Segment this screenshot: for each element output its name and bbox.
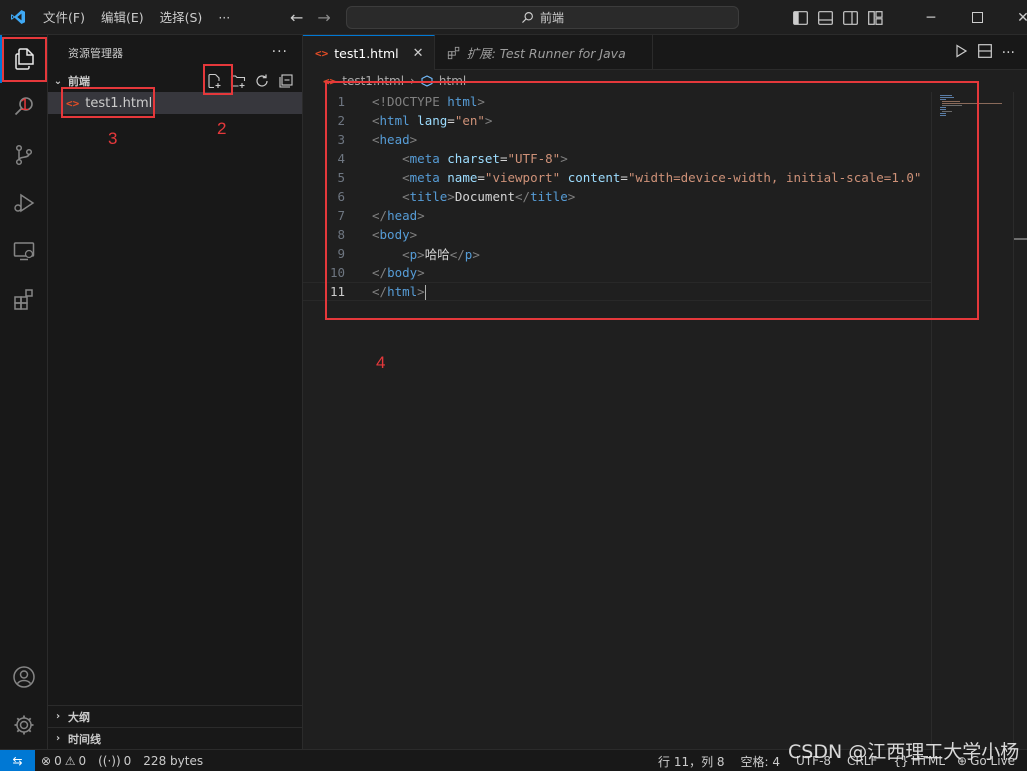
forward-arrow-icon[interactable]: → bbox=[317, 8, 330, 27]
editor-tabs: <> test1.html ✕ 扩展: Test Runner for Java… bbox=[303, 35, 1027, 70]
toggle-panel-icon[interactable] bbox=[813, 0, 838, 35]
chevron-right-icon: › bbox=[55, 711, 61, 722]
warning-count: 0 bbox=[78, 753, 87, 768]
nav-arrows: ← → bbox=[290, 0, 331, 35]
timeline-label: 时间线 bbox=[68, 732, 101, 746]
collapse-all-icon[interactable] bbox=[278, 73, 294, 89]
broadcast-icon: ((·)) bbox=[98, 753, 121, 768]
html-file-icon: <> bbox=[315, 46, 329, 60]
tab-label: test1.html bbox=[334, 45, 399, 61]
minimize-icon[interactable]: ─ bbox=[908, 0, 954, 35]
extension-tab-icon bbox=[447, 46, 459, 59]
tab-extension-test-runner[interactable]: 扩展: Test Runner for Java bbox=[435, 35, 653, 70]
cursor-position-status[interactable]: 行 11，列 8 bbox=[652, 753, 735, 770]
split-editor-icon[interactable] bbox=[977, 44, 992, 61]
manage-gear-icon[interactable] bbox=[0, 701, 48, 749]
activity-bar bbox=[0, 35, 48, 749]
timeline-section[interactable]: › 时间线 bbox=[48, 727, 303, 749]
vertical-scrollbar[interactable] bbox=[1013, 92, 1027, 749]
chevron-right-icon: › bbox=[55, 733, 61, 744]
ports-count: 0 bbox=[123, 753, 132, 768]
annotation-number-1: 1 bbox=[20, 95, 30, 114]
annotation-number-3: 3 bbox=[108, 129, 118, 148]
error-icon: ⊗ bbox=[41, 753, 52, 768]
explorer-header: 资源管理器 ··· bbox=[48, 35, 302, 70]
menu-more[interactable]: ··· bbox=[210, 0, 238, 35]
chevron-down-icon: ⌄ bbox=[53, 75, 63, 87]
annotation-box-4 bbox=[325, 81, 979, 320]
remote-explorer-icon[interactable] bbox=[0, 227, 48, 275]
warning-icon: ⚠ bbox=[64, 753, 76, 768]
outline-label: 大纲 bbox=[68, 710, 90, 724]
csdn-watermark: CSDN @江西理工大学小杨 bbox=[788, 741, 1020, 763]
ports-status[interactable]: ((·)) 0 bbox=[92, 754, 137, 768]
maximize-icon[interactable] bbox=[954, 0, 1000, 35]
notifications-bell-icon[interactable]: 🔔︎ bbox=[1021, 754, 1027, 768]
back-arrow-icon[interactable]: ← bbox=[290, 8, 303, 27]
run-icon[interactable] bbox=[954, 44, 968, 61]
refresh-icon[interactable] bbox=[254, 73, 270, 89]
run-debug-icon[interactable] bbox=[0, 179, 48, 227]
extensions-icon[interactable] bbox=[0, 275, 48, 323]
toggle-secondary-sidebar-icon[interactable] bbox=[838, 0, 863, 35]
customize-layout-icon[interactable] bbox=[863, 0, 888, 35]
problems-status[interactable]: ⊗ 0 ⚠ 0 bbox=[35, 754, 92, 768]
vscode-logo-icon bbox=[0, 0, 35, 35]
annotation-number-4: 4 bbox=[376, 353, 386, 372]
explorer-title: 资源管理器 bbox=[68, 46, 123, 60]
title-bar: 文件(F) 编辑(E) 选择(S) ··· ← → 前端 ─ ✕ bbox=[0, 0, 1027, 35]
file-size-status[interactable]: 228 bytes bbox=[137, 754, 209, 768]
explorer-sidebar: 资源管理器 ··· ⌄ 前端 <> test1.html › 大纲 › 时间线 bbox=[48, 35, 303, 749]
close-window-icon[interactable]: ✕ bbox=[1000, 0, 1027, 35]
more-actions-icon[interactable]: ··· bbox=[1002, 45, 1015, 61]
error-count: 0 bbox=[54, 753, 62, 768]
outline-section[interactable]: › 大纲 bbox=[48, 705, 303, 727]
tab-label: 扩展: Test Runner for Java bbox=[466, 46, 626, 61]
toggle-primary-sidebar-icon[interactable] bbox=[788, 0, 813, 35]
command-center[interactable]: 前端 bbox=[346, 6, 739, 29]
command-center-label: 前端 bbox=[539, 11, 564, 25]
account-icon[interactable] bbox=[0, 653, 48, 701]
tab-test1-html[interactable]: <> test1.html ✕ bbox=[303, 35, 435, 70]
source-control-icon[interactable] bbox=[0, 131, 48, 179]
annotation-box-2 bbox=[203, 64, 233, 95]
close-tab-icon[interactable]: ✕ bbox=[413, 46, 424, 61]
annotation-number-2: 2 bbox=[217, 119, 227, 138]
menu-file[interactable]: 文件(F) bbox=[35, 0, 93, 35]
menu-selection[interactable]: 选择(S) bbox=[152, 0, 211, 35]
menu-edit[interactable]: 编辑(E) bbox=[93, 0, 152, 35]
explorer-more-actions[interactable]: ··· bbox=[272, 44, 288, 60]
remote-indicator-icon[interactable]: ⇆ bbox=[0, 749, 35, 771]
search-icon bbox=[522, 12, 533, 23]
annotation-box-1 bbox=[2, 37, 47, 82]
indentation-status[interactable]: 空格: 4 bbox=[735, 753, 791, 770]
annotation-box-3 bbox=[61, 87, 155, 118]
